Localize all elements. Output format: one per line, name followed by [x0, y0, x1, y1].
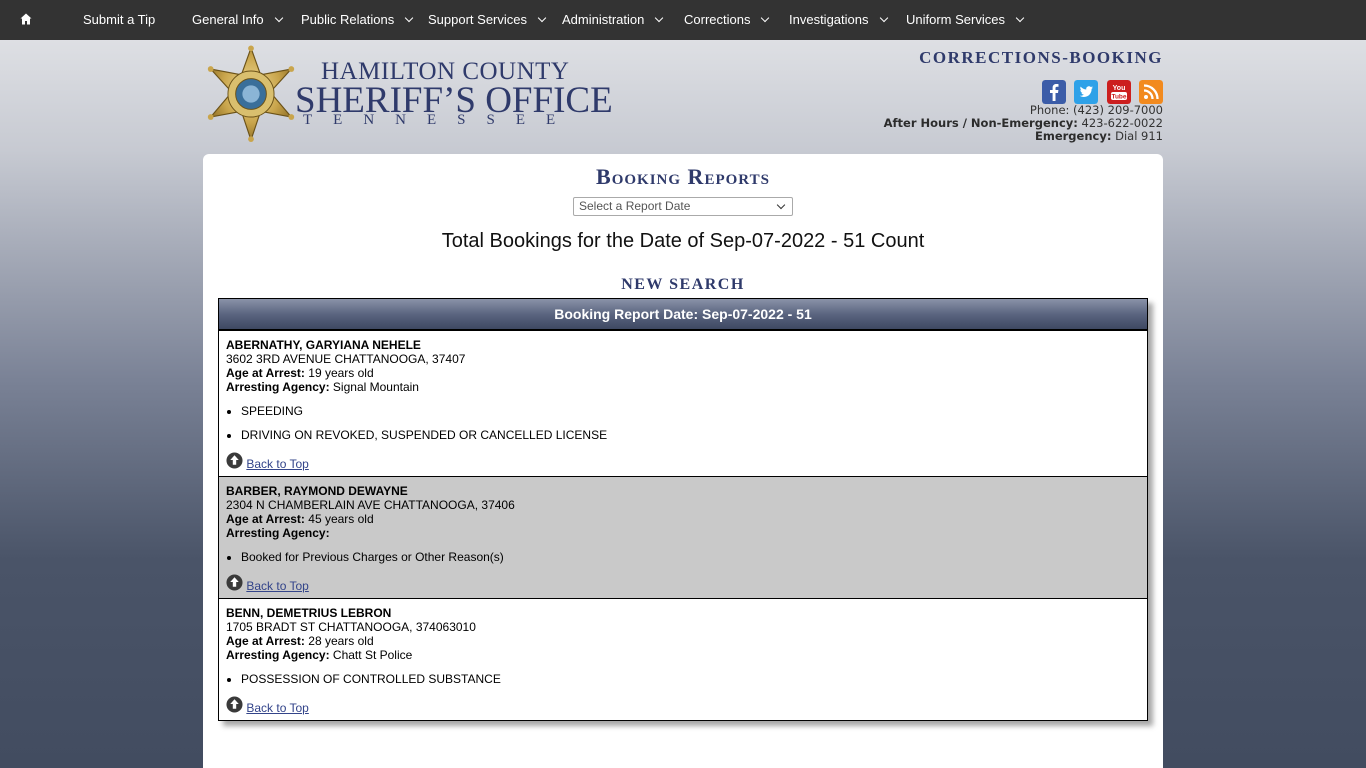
- emergency-value: Dial 911: [1115, 129, 1163, 143]
- report-table-header: Booking Report Date: Sep-07-2022 - 51: [219, 299, 1147, 330]
- department-title: Corrections-Booking: [919, 48, 1163, 67]
- age-label: Age at Arrest:: [226, 634, 305, 648]
- page-title: Booking Reports: [596, 164, 770, 189]
- phone-label: Phone:: [1029, 103, 1070, 117]
- chevron-down-icon: [776, 200, 786, 210]
- agency-value: Signal Mountain: [332, 380, 419, 394]
- agency-line: Arresting Agency:: [226, 526, 1140, 540]
- select-placeholder: Select a Report Date: [579, 199, 691, 213]
- age-line: Age at Arrest: 19 years old: [226, 366, 1140, 380]
- agency-line: Arresting Agency: Chatt St Police: [226, 648, 1140, 662]
- age-value: 45 years old: [308, 512, 374, 526]
- inmate-address: 1705 BRADT ST CHATTANOOGA, 374063010: [226, 620, 476, 634]
- back-to-top-link[interactable]: Back to Top: [246, 701, 308, 715]
- top-nav: Submit a Tip General Info Public Relatio…: [0, 0, 1366, 40]
- sheriff-badge-icon: [207, 45, 295, 142]
- site-logo[interactable]: HAMILTON COUNTY SHERIFF’S OFFICE TENNESS…: [203, 45, 613, 145]
- nav-item-general-info[interactable]: General Info: [192, 0, 283, 40]
- main-panel: Booking Reports Select a Report Date Tot…: [203, 154, 1163, 768]
- nav-label: Submit a Tip: [83, 12, 156, 27]
- nav-label: Support Services: [428, 12, 527, 27]
- chevron-down-icon: [1015, 13, 1025, 23]
- age-line: Age at Arrest: 28 years old: [226, 634, 1140, 648]
- header-contact: Corrections-Booking You Tube Phone: (423)…: [743, 48, 1163, 143]
- contact-info: Phone: (423) 209-7000 After Hours / Non-…: [743, 104, 1163, 143]
- nav-item-public-relations[interactable]: Public Relations: [301, 0, 414, 40]
- chevron-down-icon: [404, 13, 414, 23]
- nav-label: Administration: [562, 12, 645, 27]
- charge-item: Booked for Previous Charges or Other Rea…: [241, 550, 1140, 564]
- charge-item: DRIVING ON REVOKED, SUSPENDED OR CANCELL…: [241, 428, 1140, 442]
- inmate-name: ABERNATHY, GARYIANA NEHELE: [226, 338, 421, 352]
- agency-value: Chatt St Police: [332, 648, 413, 662]
- chevron-down-icon: [761, 13, 770, 23]
- back-to-top: Back to Top: [226, 696, 1140, 720]
- charge-list: Booked for Previous Charges or Other Rea…: [241, 550, 1140, 564]
- arrow-up-circle-icon[interactable]: [226, 696, 243, 713]
- arrow-up-circle-icon[interactable]: [226, 574, 243, 591]
- chevron-down-icon: [879, 13, 888, 23]
- back-to-top: Back to Top: [226, 574, 1140, 598]
- booking-record: BENN, DEMETRIUS LEBRON 1705 BRADT ST CHA…: [219, 598, 1147, 720]
- booking-record: BARBER, RAYMOND DEWAYNE 2304 N CHAMBERLA…: [219, 476, 1147, 598]
- after-hours-value: 423-622-0022: [1081, 116, 1163, 130]
- emergency-label: Emergency:: [1034, 129, 1112, 143]
- nav-label: Investigations: [789, 12, 869, 27]
- agency-label: Arresting Agency:: [226, 648, 330, 662]
- chevron-down-icon: [274, 13, 283, 23]
- facebook-icon[interactable]: [1041, 80, 1066, 104]
- age-line: Age at Arrest: 45 years old: [226, 512, 1140, 526]
- back-to-top-link[interactable]: Back to Top: [246, 579, 308, 593]
- booking-record: ABERNATHY, GARYIANA NEHELE 3602 3RD AVEN…: [219, 330, 1147, 476]
- chevron-down-icon: [655, 13, 664, 23]
- inmate-name: BENN, DEMETRIUS LEBRON: [226, 606, 392, 620]
- total-bookings-text: Total Bookings for the Date of Sep-07-20…: [441, 230, 925, 252]
- charge-item: SPEEDING: [241, 404, 1140, 418]
- charge-list: SPEEDING DRIVING ON REVOKED, SUSPENDED O…: [241, 404, 1140, 442]
- nav-item-uniform-services[interactable]: Uniform Services: [906, 0, 1025, 40]
- chevron-down-icon: [537, 13, 547, 23]
- phone-value: (423) 209-7000: [1073, 103, 1163, 117]
- twitter-icon[interactable]: [1074, 80, 1099, 104]
- nav-label: Public Relations: [301, 12, 395, 27]
- inmate-address: 3602 3RD AVENUE CHATTANOOGA, 37407: [226, 352, 466, 366]
- inmate-address: 2304 N CHAMBERLAIN AVE CHATTANOOGA, 3740…: [226, 498, 515, 512]
- nav-item-support-services[interactable]: Support Services: [428, 0, 547, 40]
- emergency-line: Emergency: Dial 911: [743, 130, 1163, 143]
- home-icon[interactable]: [20, 13, 32, 25]
- charge-item: POSSESSION OF CONTROLLED SUBSTANCE: [241, 672, 1140, 686]
- agency-label: Arresting Agency:: [226, 526, 330, 540]
- age-label: Age at Arrest:: [226, 512, 305, 526]
- back-to-top: Back to Top: [226, 452, 1140, 476]
- inmate-name: BARBER, RAYMOND DEWAYNE: [226, 484, 408, 498]
- nav-item-investigations[interactable]: Investigations: [789, 0, 888, 40]
- agency-line: Arresting Agency: Signal Mountain: [226, 380, 1140, 394]
- booking-report-table: Booking Report Date: Sep-07-2022 - 51 AB…: [218, 298, 1148, 721]
- age-label: Age at Arrest:: [226, 366, 305, 380]
- after-hours-label: After Hours / Non-Emergency:: [883, 116, 1078, 130]
- nav-item-submit-tip[interactable]: Submit a Tip: [83, 0, 155, 40]
- youtube-icon[interactable]: You Tube: [1106, 80, 1131, 104]
- arrow-up-circle-icon[interactable]: [226, 452, 243, 469]
- new-search-link[interactable]: New Search: [203, 276, 1163, 294]
- age-value: 19 years old: [308, 366, 374, 380]
- charge-list: POSSESSION OF CONTROLLED SUBSTANCE: [241, 672, 1140, 686]
- svg-text:You: You: [1112, 85, 1125, 92]
- nav-label: General Info: [192, 12, 264, 27]
- nav-item-administration[interactable]: Administration: [562, 0, 664, 40]
- nav-label: Uniform Services: [906, 12, 1005, 27]
- rss-icon[interactable]: [1139, 80, 1163, 104]
- age-value: 28 years old: [308, 634, 374, 648]
- report-date-select[interactable]: Select a Report Date: [573, 197, 793, 216]
- back-to-top-link[interactable]: Back to Top: [246, 457, 308, 471]
- svg-text:Tube: Tube: [1111, 94, 1126, 101]
- logo-state-text: TENNESSEE: [303, 112, 577, 128]
- agency-label: Arresting Agency:: [226, 380, 330, 394]
- social-links: You Tube: [743, 80, 1163, 104]
- nav-label: Corrections: [684, 12, 751, 27]
- nav-item-corrections[interactable]: Corrections: [684, 0, 770, 40]
